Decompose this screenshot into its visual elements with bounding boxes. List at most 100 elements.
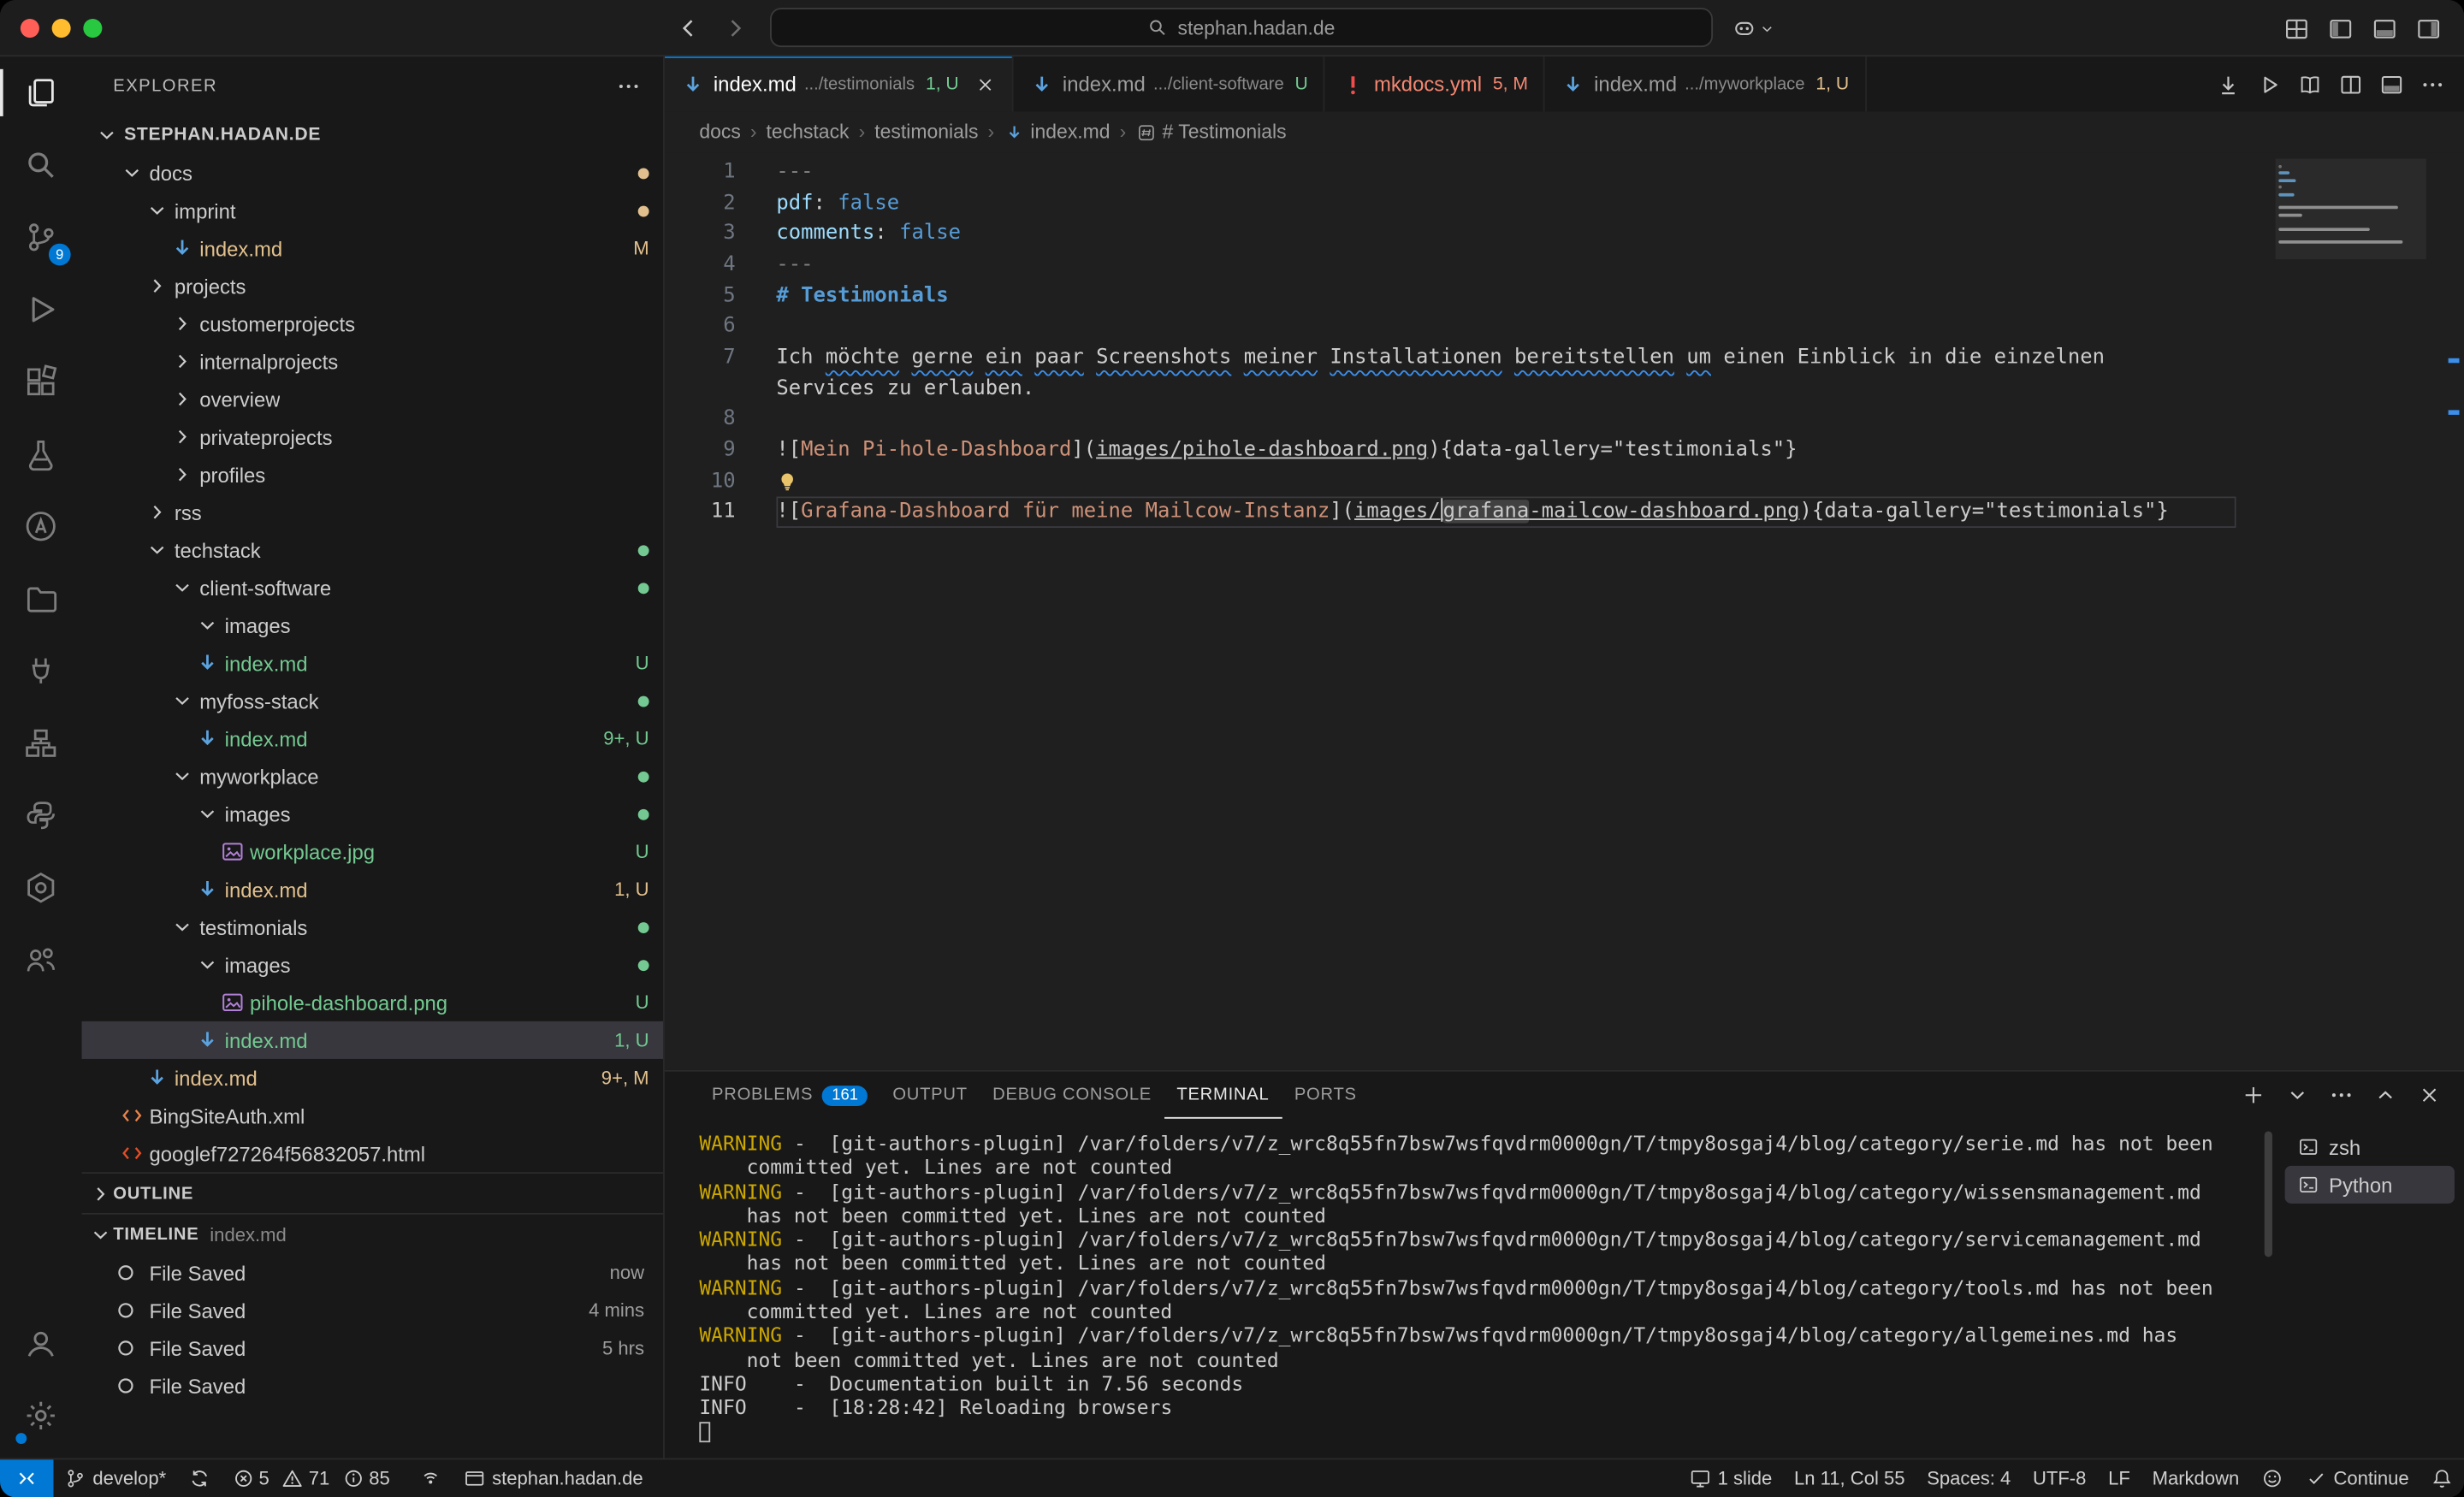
tree-item-images[interactable]: images	[82, 606, 664, 644]
zoom-window-button[interactable]	[83, 19, 102, 38]
tree-item-projects[interactable]: projects	[82, 267, 664, 305]
launch-profile-icon[interactable]	[2285, 1083, 2310, 1108]
tree-item-customerprojects[interactable]: customerprojects	[82, 305, 664, 342]
tree-item-index-md[interactable]: index.md M	[82, 229, 664, 267]
breadcrumb-docs[interactable]: docs	[699, 121, 741, 143]
status-continue[interactable]: Continue	[2295, 1459, 2420, 1497]
split-editor-icon[interactable]	[2338, 72, 2363, 97]
activity-org-chart[interactable]	[0, 707, 82, 779]
tab-index-md-1[interactable]: index.md .../client-software U	[1014, 56, 1325, 111]
status-slide-count[interactable]: 1 slide	[1679, 1459, 1783, 1497]
tree-item-imprint[interactable]: imprint	[82, 192, 664, 229]
breadcrumb-index-md[interactable]: index.md	[1004, 121, 1110, 143]
activity-account[interactable]	[0, 1307, 82, 1379]
status-feedback[interactable]	[2250, 1459, 2294, 1497]
activity-search[interactable]	[0, 129, 82, 201]
tree-item-index-md[interactable]: index.md 1, U	[82, 1021, 664, 1059]
git-branch-status[interactable]: develop*	[53, 1459, 177, 1497]
arrow-down-icon[interactable]	[2216, 72, 2241, 97]
new-terminal-icon[interactable]	[2241, 1083, 2266, 1108]
status-indentation[interactable]: Spaces: 4	[1916, 1459, 2022, 1497]
activity-run-debug[interactable]	[0, 274, 82, 346]
tree-item-googlef727264f56832057-html[interactable]: googlef727264f56832057.html	[82, 1134, 664, 1172]
tree-item-myfoss-stack[interactable]: myfoss-stack	[82, 682, 664, 719]
terminal-instance-python[interactable]: Python	[2285, 1166, 2455, 1204]
tab-index-md-3[interactable]: index.md .../myworkplace 1, U	[1545, 56, 1866, 111]
tree-item-stephan-hadan-de[interactable]: STEPHAN.HADAN.DE	[82, 116, 664, 154]
tree-item-index-md[interactable]: index.md 9+, M	[82, 1059, 664, 1097]
panel-tab-ports[interactable]: PORTS	[1282, 1072, 1369, 1119]
sync-changes[interactable]	[177, 1459, 221, 1497]
activity-testing[interactable]	[0, 418, 82, 490]
tree-item-images[interactable]: images	[82, 795, 664, 832]
panel-tab-debug-console[interactable]: DEBUG CONSOLE	[980, 1072, 1164, 1119]
customize-layout-icon[interactable]	[2283, 15, 2310, 42]
activity-python[interactable]	[0, 779, 82, 851]
panel-tab-problems[interactable]: PROBLEMS 161	[699, 1072, 880, 1119]
tree-item-bingsiteauth-xml[interactable]: BingSiteAuth.xml	[82, 1097, 664, 1134]
activity-letter-a[interactable]	[0, 490, 82, 562]
terminal[interactable]: WARNING - [git-authors-plugin] /var/fold…	[665, 1119, 2282, 1459]
status-encoding[interactable]: UTF-8	[2022, 1459, 2097, 1497]
activity-settings[interactable]	[0, 1380, 82, 1452]
activity-hexagon[interactable]	[0, 852, 82, 924]
close-tab-icon[interactable]	[974, 73, 997, 95]
tree-item-rss[interactable]: rss	[82, 494, 664, 531]
activity-extensions[interactable]	[0, 346, 82, 417]
tree-item-privateprojects[interactable]: privateprojects	[82, 418, 664, 456]
timeline-entry[interactable]: File Saved 4 mins	[82, 1292, 664, 1329]
maximize-panel-icon[interactable]	[2372, 1083, 2397, 1108]
activity-source-control[interactable]: 9	[0, 201, 82, 273]
explorer-more-actions-icon[interactable]	[616, 74, 641, 98]
timeline-entry[interactable]: File Saved 5 hrs	[82, 1329, 664, 1367]
status-eol[interactable]: LF	[2097, 1459, 2141, 1497]
tree-item-testimonials[interactable]: testimonials	[82, 908, 664, 946]
tree-item-internalprojects[interactable]: internalprojects	[82, 342, 664, 380]
tree-item-docs[interactable]: docs	[82, 154, 664, 192]
forward-icon[interactable]	[723, 15, 748, 40]
timeline-entry[interactable]: File Saved now	[82, 1254, 664, 1292]
panel-tab-terminal[interactable]: TERMINAL	[1164, 1072, 1282, 1119]
tree-item-overview[interactable]: overview	[82, 380, 664, 417]
timeline-section[interactable]: TIMELINE index.md	[82, 1213, 664, 1254]
breadcrumb-testimonials[interactable]: # Testimonials	[1135, 121, 1286, 143]
copilot-menu[interactable]	[1732, 15, 1775, 40]
breadcrumb-techstack[interactable]: techstack	[767, 121, 850, 143]
outline-section[interactable]: OUTLINE	[82, 1172, 664, 1213]
tree-item-profiles[interactable]: profiles	[82, 456, 664, 494]
status-notifications[interactable]	[2420, 1459, 2464, 1497]
problems-status[interactable]: 5 71 85	[221, 1459, 408, 1497]
status-language-mode[interactable]: Markdown	[2141, 1459, 2250, 1497]
toggle-panel-icon[interactable]	[2372, 15, 2398, 42]
tree-item-images[interactable]: images	[82, 946, 664, 984]
toggle-panel-icon[interactable]	[2379, 72, 2404, 97]
status-cursor-position[interactable]: Ln 11, Col 55	[1783, 1459, 1916, 1497]
terminal-scrollbar[interactable]	[2265, 1131, 2272, 1257]
tree-item-index-md[interactable]: index.md U	[82, 644, 664, 682]
tree-item-pihole-dashboard-png[interactable]: pihole-dashboard.png U	[82, 984, 664, 1021]
close-panel-icon[interactable]	[2417, 1083, 2442, 1108]
tree-item-index-md[interactable]: index.md 9+, U	[82, 719, 664, 757]
minimap[interactable]	[2276, 159, 2426, 395]
remote-indicator[interactable]	[0, 1459, 53, 1497]
editor[interactable]: 1 --- 2 pdf: false 3 comments: false 4 -…	[665, 152, 2464, 1070]
toggle-secondary-sidebar-icon[interactable]	[2415, 15, 2442, 42]
tab-index-md-0[interactable]: index.md .../testimonials 1, U	[665, 56, 1014, 111]
panel-tab-output[interactable]: OUTPUT	[880, 1072, 980, 1119]
tab-mkdocs-yml-2[interactable]: mkdocs.yml 5, M	[1325, 56, 1545, 111]
back-icon[interactable]	[676, 15, 701, 40]
terminal-instance-zsh[interactable]: zsh	[2285, 1128, 2455, 1166]
command-center[interactable]: stephan.hadan.de	[770, 8, 1713, 47]
toggle-primary-sidebar-icon[interactable]	[2327, 15, 2354, 42]
more-actions-icon[interactable]	[2420, 72, 2445, 97]
minimize-window-button[interactable]	[52, 19, 71, 38]
tree-item-myworkplace[interactable]: myworkplace	[82, 757, 664, 795]
activity-people[interactable]	[0, 924, 82, 996]
tree-item-client-software[interactable]: client-software	[82, 569, 664, 606]
timeline-entry[interactable]: File Saved	[82, 1367, 664, 1405]
run-icon[interactable]	[2257, 72, 2282, 97]
tree-item-index-md[interactable]: index.md 1, U	[82, 871, 664, 908]
code-action-lightbulb-icon[interactable]	[776, 470, 798, 493]
live-preview-host[interactable]: stephan.hadan.de	[453, 1459, 654, 1497]
breadcrumb-testimonials[interactable]: testimonials	[874, 121, 978, 143]
